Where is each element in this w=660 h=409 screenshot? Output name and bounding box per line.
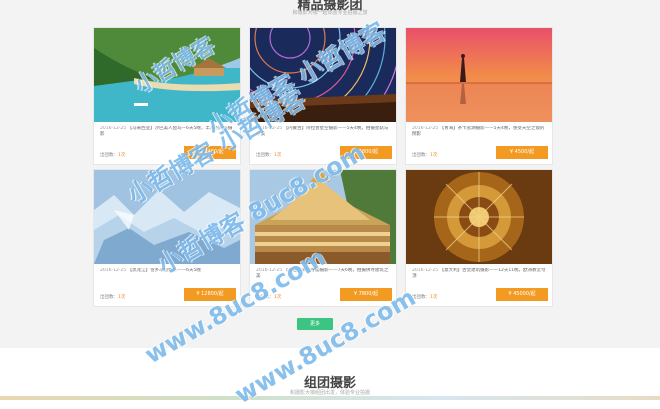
tour-date: 2016-12-25 — [256, 126, 283, 131]
tour-card[interactable]: 2016-12-25 【黑龙江】雪乡冰雪摄影——6天5晚 出团数：1次 ¥ 12… — [93, 169, 241, 307]
people-label: 出团数： — [100, 295, 118, 300]
tour-photo — [406, 170, 552, 264]
people-count: 1次 — [118, 295, 126, 300]
people-label: 出团数： — [256, 295, 274, 300]
more-button[interactable]: 更多 — [297, 318, 333, 330]
people-label: 出团数： — [412, 153, 430, 158]
tour-photo — [250, 170, 396, 264]
people-label: 出团数： — [256, 153, 274, 158]
tour-card[interactable]: 2016-12-25 【马来西亚】沙巴美人鱼岛—6天5晚，丰富的海岛摄影 出团数… — [93, 27, 241, 165]
price-button[interactable]: ¥ 12400/起 — [184, 146, 236, 159]
group-photo-subtitle: 和摄影大咖组团出发，体验专业拍摄 — [289, 390, 370, 396]
price-button[interactable]: ¥ 12800/起 — [184, 288, 236, 301]
people-count: 1次 — [274, 153, 282, 158]
tour-card[interactable]: 2016-12-25 【内蒙古】阿拉善星空摄影——5天4晚，拍摄星轨与沙漠 出团… — [249, 27, 397, 165]
people-label: 出团数： — [100, 153, 118, 158]
featured-section: 精品摄影团 和摄影大咖一起体验专业拍摄之旅 2016-12-25 【马来西亚】沙… — [0, 0, 660, 348]
section-subtitle: 和摄影大咖一起体验专业拍摄之旅 — [292, 10, 368, 16]
tour-photo — [250, 28, 396, 122]
tour-photo — [94, 28, 240, 122]
bottom-image-strip — [0, 396, 660, 400]
tour-date: 2016-12-25 — [100, 126, 127, 131]
price-button[interactable]: ¥ 5800/起 — [340, 146, 392, 159]
tour-date: 2016-12-25 — [100, 268, 127, 273]
tour-date: 2016-12-25 — [412, 268, 439, 273]
tour-card[interactable]: 2016-12-25 【青海】茶卡盐湖摄影——5天4晚，感受天空之镜的倒影 出团… — [405, 27, 553, 165]
tour-date: 2016-12-25 — [412, 126, 439, 131]
people-count: 1次 — [118, 153, 126, 158]
price-button[interactable]: ¥ 4500/起 — [496, 146, 548, 159]
people-count: 1次 — [430, 153, 438, 158]
tour-card[interactable]: 2016-12-25 【泰国】清迈寺庙摄影——7天6晚，拍摄佛寺建筑之美 出团数… — [249, 169, 397, 307]
people-count: 1次 — [274, 295, 282, 300]
people-count: 1次 — [430, 295, 438, 300]
tour-photo — [94, 170, 240, 264]
tour-photo — [406, 28, 552, 122]
price-button[interactable]: ¥ 45000/起 — [496, 288, 548, 301]
price-button[interactable]: ¥ 7800/起 — [340, 288, 392, 301]
tour-card[interactable]: 2016-12-25 【意大利】古堡建筑摄影——12天11晚，欧洲教堂穹顶 出团… — [405, 169, 553, 307]
people-label: 出团数： — [412, 295, 430, 300]
tour-description: 【黑龙江】雪乡冰雪摄影——6天5晚 — [127, 268, 201, 273]
tour-date: 2016-12-25 — [256, 268, 283, 273]
